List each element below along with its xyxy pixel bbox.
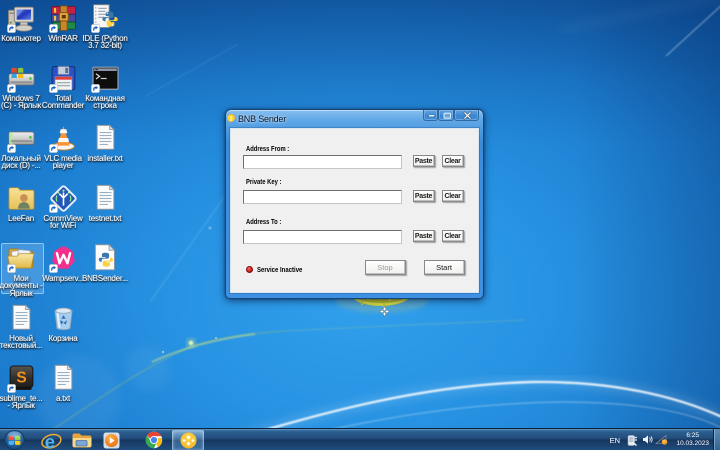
svg-text:S: S [16,370,26,387]
svg-text:e: e [45,431,55,450]
